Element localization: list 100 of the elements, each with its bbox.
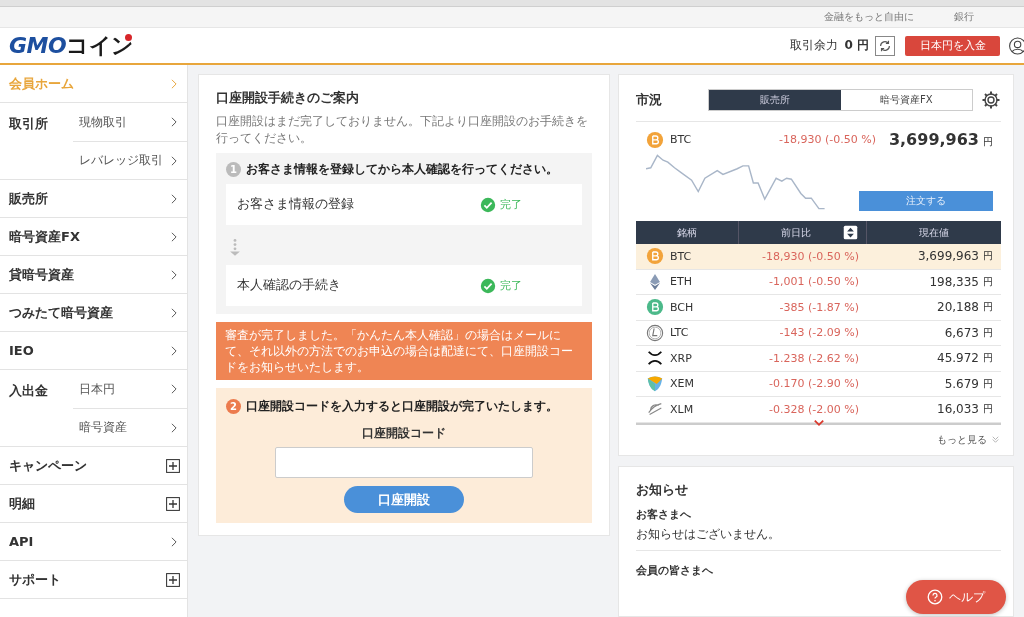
balance-label: 取引余力 bbox=[790, 37, 839, 54]
guide-title: 口座開設手続きのご案内 bbox=[216, 89, 360, 107]
market-row[interactable]: ETH -1,001 (-0.50 %) 198,335 円 bbox=[636, 269, 1001, 295]
task-label: 本人確認の手続き bbox=[237, 277, 341, 294]
current-price: 16,033 bbox=[937, 402, 979, 417]
coin-symbol: XEM bbox=[670, 377, 694, 391]
sidebar-subitem[interactable]: 現物取引 bbox=[73, 103, 187, 141]
sidebar-subitem[interactable]: 日本円 bbox=[73, 370, 187, 408]
coin-symbol: XRP bbox=[670, 351, 692, 365]
sidebar-item[interactable]: 販売所 bbox=[0, 180, 187, 218]
sidebar-item[interactable]: 貸暗号資産 bbox=[0, 256, 187, 294]
current-price: 45.972 bbox=[937, 351, 979, 366]
nav-section-label: 取引所 bbox=[8, 115, 49, 133]
current-price: 5.679 bbox=[944, 376, 979, 391]
sidebar-item[interactable]: 暗号資産FX bbox=[0, 218, 187, 256]
price-change: -1,001 (-0.50 %) bbox=[769, 275, 859, 289]
currency-unit: 円 bbox=[983, 402, 993, 417]
column-header: 銘柄 bbox=[677, 225, 697, 240]
current-price: 20,188 bbox=[937, 300, 979, 315]
sidebar-item[interactable]: つみたて暗号資産 bbox=[0, 294, 187, 332]
step-heading: お客さま情報を登録してから本人確認を行ってください。 bbox=[246, 161, 558, 178]
market-row[interactable]: LTC -143 (-2.09 %) 6,673 円 bbox=[636, 320, 1001, 346]
market-row[interactable]: BTC -18,930 (-0.50 %) 3,699,963 円 bbox=[636, 244, 1001, 270]
current-price: 6,673 bbox=[944, 325, 979, 340]
coin-icon bbox=[646, 349, 664, 368]
currency-unit: 円 bbox=[983, 376, 993, 391]
task-label: お客さま情報の登録 bbox=[237, 196, 354, 213]
price-change: -0.328 (-2.00 %) bbox=[769, 402, 859, 416]
notice-heading: お客さまへ bbox=[636, 506, 692, 522]
notice-heading: 会員の皆さまへ bbox=[636, 562, 714, 578]
coin-symbol: BTC bbox=[670, 249, 692, 263]
price-change: -1.238 (-2.62 %) bbox=[769, 351, 859, 365]
notice-text: お知らせはございません。 bbox=[636, 526, 781, 542]
coin-symbol: XLM bbox=[670, 402, 694, 416]
price-change: -143 (-2.09 %) bbox=[779, 326, 859, 340]
help-icon bbox=[927, 589, 943, 605]
coin-icon bbox=[646, 130, 664, 149]
price-change: -385 (-1.87 %) bbox=[779, 300, 859, 314]
check-icon bbox=[480, 277, 496, 294]
more-link[interactable]: もっと見る bbox=[636, 428, 1001, 447]
step-number: 2 bbox=[226, 399, 241, 414]
plus-icon bbox=[165, 457, 181, 474]
market-row[interactable]: XLM -0.328 (-2.00 %) 16,033 円 bbox=[636, 397, 1001, 423]
alert-message: 審査が完了しました。「かんたん本人確認」の場合はメールにて、それ以外の方法でのお申込の場合は配達にて、口座開設コードをお知らせいたします。 bbox=[216, 322, 592, 380]
coin-symbol: ETH bbox=[670, 275, 692, 289]
column-header: 前日比 bbox=[781, 225, 811, 240]
logo[interactable]: GMOコイン bbox=[9, 30, 138, 61]
market-row[interactable]: BCH -385 (-1.87 %) 20,188 円 bbox=[636, 295, 1001, 321]
coin-icon bbox=[646, 323, 664, 342]
step-heading: 口座開設コードを入力すると口座開設が完了いたします。 bbox=[246, 398, 558, 415]
refresh-button[interactable] bbox=[875, 35, 895, 56]
check-icon bbox=[480, 196, 496, 213]
currency-unit: 円 bbox=[983, 351, 993, 366]
nav-section-label: 入出金 bbox=[8, 382, 49, 400]
sidebar-item[interactable]: キャンペーン bbox=[0, 447, 187, 485]
market-title: 市況 bbox=[636, 91, 663, 109]
currency-unit: 円 bbox=[983, 325, 993, 340]
double-chevron-icon bbox=[990, 434, 1001, 445]
deposit-button[interactable]: 日本円を入金 bbox=[905, 35, 1000, 56]
current-price: 198,335 bbox=[929, 274, 979, 289]
currency-unit: 円 bbox=[983, 300, 993, 315]
coin-symbol: LTC bbox=[670, 326, 689, 340]
sidebar-item[interactable]: 明細 bbox=[0, 485, 187, 523]
plus-icon bbox=[165, 571, 181, 588]
coin-symbol: BTC bbox=[670, 133, 692, 146]
top-link[interactable]: 金融をもっと自由に bbox=[824, 10, 914, 24]
status-indicator: 完了 bbox=[480, 277, 522, 294]
current-price: 3,699,963 bbox=[917, 249, 979, 264]
coin-icon bbox=[646, 374, 664, 393]
market-tab[interactable]: 販売所 bbox=[709, 90, 841, 110]
coin-icon bbox=[646, 298, 664, 317]
coin-icon bbox=[646, 247, 664, 266]
settings-icon[interactable] bbox=[981, 90, 1001, 110]
currency-unit: 円 bbox=[983, 249, 993, 264]
balance-value: 0 円 bbox=[844, 37, 869, 54]
code-input-field[interactable] bbox=[275, 447, 533, 478]
current-price: 3,699,963 bbox=[888, 130, 979, 149]
plus-icon bbox=[165, 495, 181, 512]
column-header: 現在値 bbox=[919, 225, 949, 240]
market-row[interactable]: XEM -0.170 (-2.90 %) 5.679 円 bbox=[636, 371, 1001, 397]
sidebar-subitem[interactable]: レバレッジ取引 bbox=[73, 141, 187, 179]
sort-icon[interactable] bbox=[843, 225, 858, 240]
help-button[interactable]: ヘルプ bbox=[906, 580, 1006, 614]
field-label: 口座開設コード bbox=[362, 425, 446, 442]
status-indicator: 完了 bbox=[480, 196, 522, 213]
guide-intro: 口座開設はまだ完了しておりません。下記より口座開設のお手続きを行ってください。 bbox=[216, 113, 589, 147]
price-change: -0.170 (-2.90 %) bbox=[769, 377, 859, 391]
currency-unit: 円 bbox=[983, 274, 993, 289]
top-link[interactable]: 銀行 bbox=[954, 10, 974, 24]
notices-title: お知らせ bbox=[636, 480, 689, 499]
step-number: 1 bbox=[226, 162, 241, 177]
sidebar-item[interactable]: サポート bbox=[0, 561, 187, 599]
sidebar-subitem[interactable]: 暗号資産 bbox=[73, 408, 187, 446]
coin-symbol: BCH bbox=[670, 300, 694, 314]
price-change: -18,930 (-0.50 %) bbox=[778, 133, 876, 146]
refresh-icon bbox=[878, 38, 892, 53]
sidebar-item[interactable]: API bbox=[0, 523, 187, 561]
market-row[interactable]: XRP -1.238 (-2.62 %) 45.972 円 bbox=[636, 346, 1001, 372]
price-change: -18,930 (-0.50 %) bbox=[762, 249, 859, 263]
sidebar-item[interactable]: IEO bbox=[0, 332, 187, 370]
